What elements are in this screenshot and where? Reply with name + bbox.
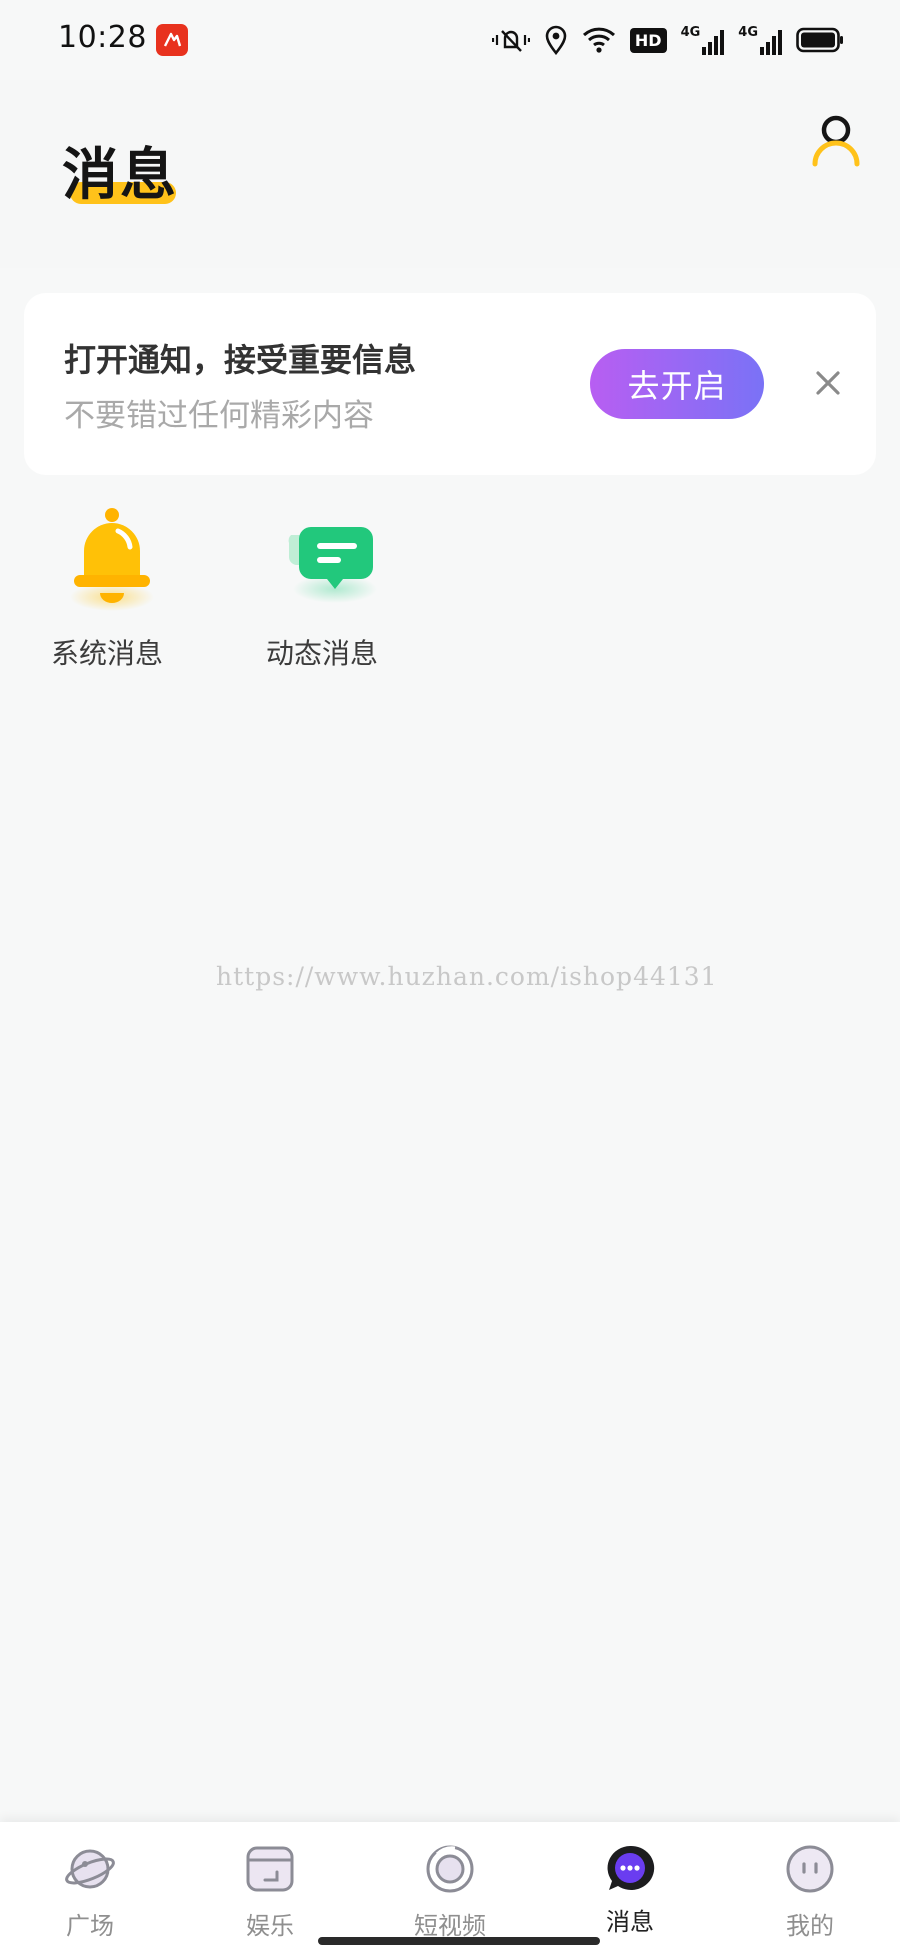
video-icon [426,1845,474,1893]
status-icons: HD 4G 4G [491,22,844,58]
profile-face-icon [786,1845,834,1893]
signal-4g-icon: 4G [738,25,782,55]
tab-label: 广场 [66,1912,114,1940]
app-notification-icon [156,24,188,56]
watermark-text: https://www.huzhan.com/ishop44131 [216,962,718,991]
location-icon [545,25,567,55]
tab-label: 短视频 [414,1912,486,1940]
tab-messages[interactable]: 消息 [540,1822,720,1950]
bottom-tab-bar: 广场 娱乐 短视频 消息 我的 [0,1822,900,1950]
home-indicator[interactable] [318,1937,600,1945]
tab-label: 消息 [606,1908,654,1936]
status-bar: 10:28 HD 4G 4G [0,0,900,80]
user-profile-icon [812,115,860,167]
close-icon [816,371,840,395]
hd-icon: HD [629,27,667,53]
notification-banner: 打开通知，接受重要信息 不要错过任何精彩内容 去开启 [24,293,876,475]
banner-subtitle: 不要错过任何精彩内容 [64,398,374,434]
category-label: 系统消息 [50,637,163,670]
profile-button[interactable] [810,114,862,168]
tab-label: 娱乐 [246,1912,294,1940]
system-messages-entry[interactable]: 系统消息 [32,505,182,670]
tab-label: 我的 [786,1912,834,1940]
category-label: 动态消息 [265,637,378,670]
enable-notifications-button[interactable]: 去开启 [590,349,764,419]
tab-plaza[interactable]: 广场 [0,1822,180,1950]
header: 消息 [0,80,900,268]
chat-bubble-icon [277,505,377,615]
page-title: 消息 [62,143,178,208]
banner-close-button[interactable] [808,363,848,403]
planet-icon [65,1849,115,1889]
wifi-icon [582,27,615,53]
battery-icon [796,27,843,53]
activity-messages-entry[interactable]: 动态消息 [247,505,397,670]
messages-screen: 10:28 HD 4G 4G 消息 打开通知，接受重要信息 不要错过任何精彩内容… [0,0,900,1950]
tab-entertainment[interactable]: 娱乐 [180,1822,360,1950]
vibrate-mute-icon [491,30,530,52]
tab-profile[interactable]: 我的 [720,1822,900,1950]
message-icon [607,1845,655,1890]
bell-icon [62,505,162,615]
signal-4g-icon: 4G [681,25,725,55]
tab-short-video[interactable]: 短视频 [360,1822,540,1950]
banner-title: 打开通知，接受重要信息 [64,341,417,379]
page-title-wrap: 消息 [62,130,178,211]
entertainment-icon [246,1846,294,1892]
status-time: 10:28 [58,20,147,55]
